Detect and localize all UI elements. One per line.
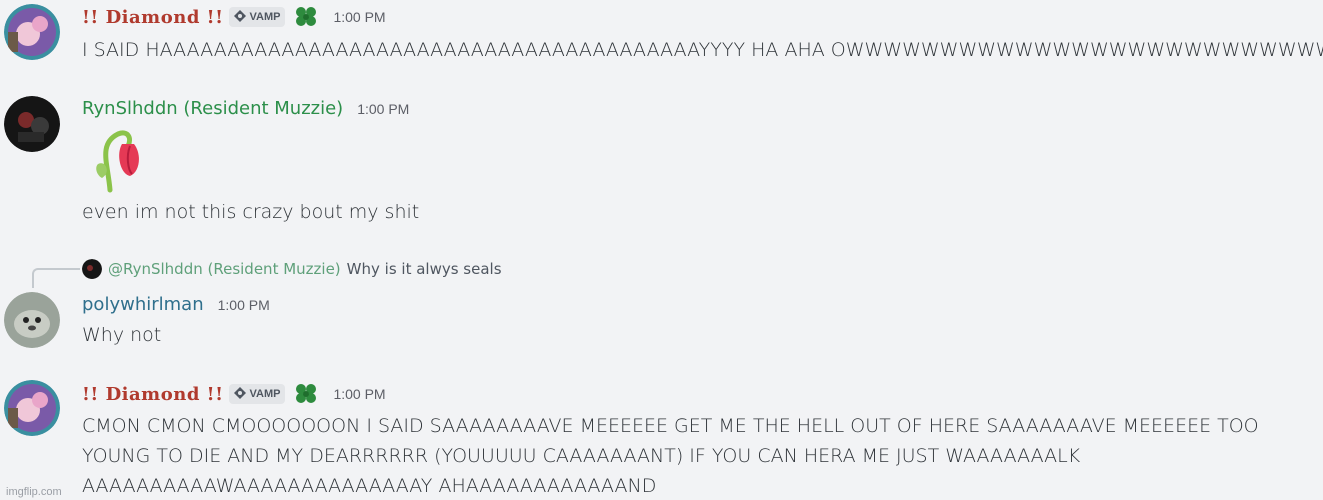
avatar-diamond[interactable] — [4, 380, 60, 436]
vamp-badge-label: VAMP — [249, 11, 281, 23]
message-text-line-3: AAAAAAAAAAWAAAAAAAAAAAAAAY AHAAAAAAAAAAA… — [82, 475, 657, 497]
reply-connector — [32, 268, 80, 288]
vamp-badge-icon — [234, 386, 247, 402]
message-header: !! Diamond !! VAMP 1:00 PM — [82, 6, 386, 28]
message-header: !! Diamond !! VAMP 1:00 PM — [82, 383, 386, 405]
clover-icon — [296, 384, 317, 403]
reply-preview[interactable]: @RynSlhddn (Resident Muzzie) Why is it a… — [82, 259, 502, 279]
message-text: I SAID HAAAAAAAAAAAAAAAAAAAAAAAAAAAAAAAA… — [82, 39, 1323, 61]
reply-snippet[interactable]: Why is it alwys seals — [347, 260, 502, 278]
watermark: imgflip.com — [6, 486, 62, 498]
avatar-diamond[interactable] — [4, 4, 60, 60]
timestamp: 1:00 PM — [357, 100, 410, 117]
author-name[interactable]: !! Diamond !! — [82, 7, 223, 28]
timestamp: 1:00 PM — [217, 296, 270, 313]
wilted-rose-emoji[interactable] — [92, 124, 144, 194]
author-name[interactable]: polywhirlman — [82, 294, 204, 315]
message-text-line-1: CMON CMON CMOOOOOOON I SAID SAAAAAAAAVE … — [82, 415, 1259, 437]
message-text: even im not this crazy bout my shit — [82, 201, 420, 223]
message-text: Why not — [82, 324, 162, 346]
message-header: RynSlhddn (Resident Muzzie) 1:00 PM — [82, 98, 409, 119]
reply-mention[interactable]: @RynSlhddn (Resident Muzzie) — [108, 260, 341, 278]
reply-avatar — [82, 259, 102, 279]
message-text-line-2: YOUNG TO DIE AND MY DEARRRRRR (YOUUUUU C… — [82, 445, 1081, 467]
timestamp: 1:00 PM — [333, 386, 386, 402]
author-name[interactable]: RynSlhddn (Resident Muzzie) — [82, 98, 343, 119]
author-name[interactable]: !! Diamond !! — [82, 384, 223, 405]
vamp-badge[interactable]: VAMP — [229, 7, 286, 27]
vamp-badge-icon — [234, 9, 247, 25]
message-header: polywhirlman 1:00 PM — [82, 294, 270, 315]
clover-icon — [296, 7, 317, 26]
avatar-poly[interactable] — [4, 292, 60, 348]
vamp-badge-label: VAMP — [249, 388, 281, 400]
timestamp: 1:00 PM — [333, 9, 386, 25]
avatar-ryn[interactable] — [4, 96, 60, 152]
vamp-badge[interactable]: VAMP — [229, 384, 286, 404]
